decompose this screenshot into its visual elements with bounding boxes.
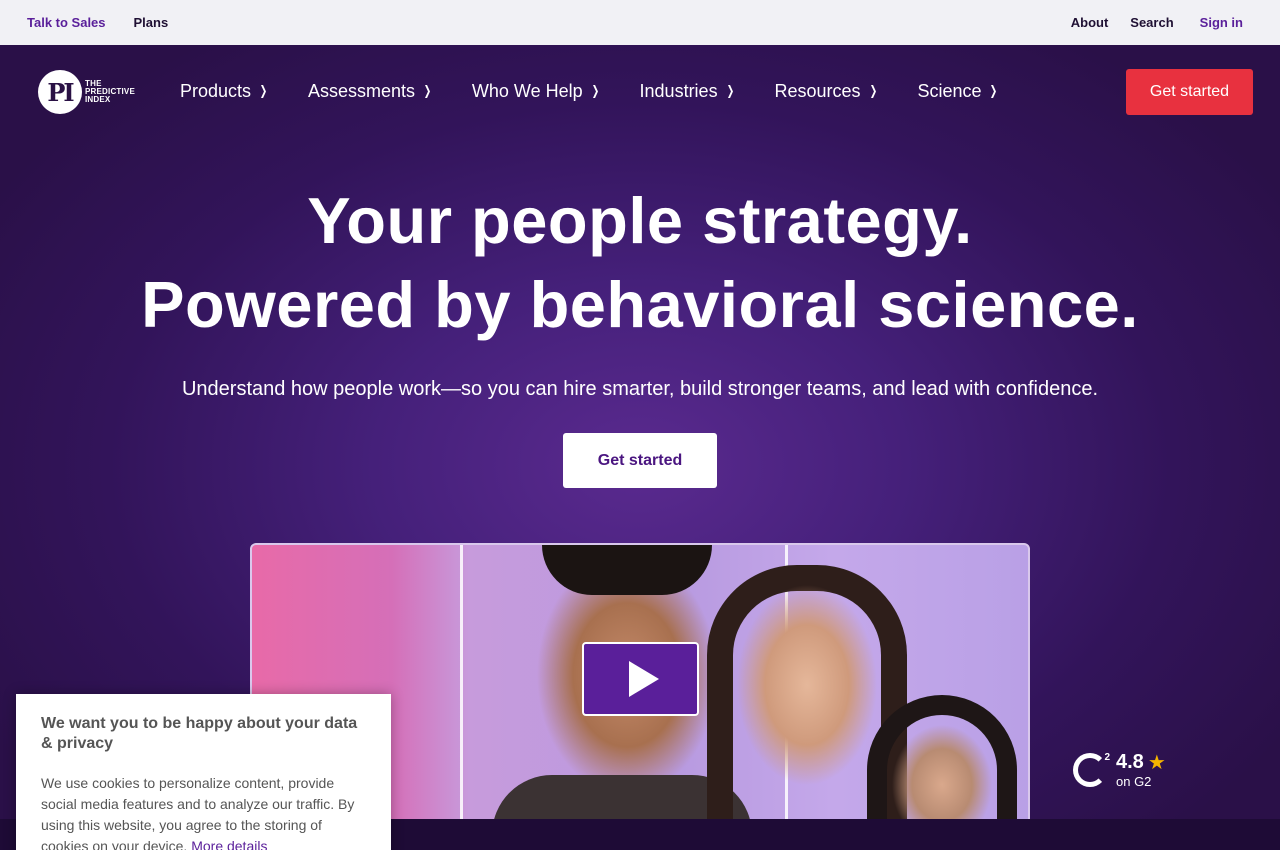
person-image — [882, 705, 1002, 819]
nav-item-industries[interactable]: Industries ❯ — [640, 81, 736, 102]
about-link[interactable]: About — [1071, 15, 1109, 30]
chevron-right-icon: ❯ — [990, 83, 998, 98]
sign-in-link[interactable]: Sign in — [1200, 15, 1243, 30]
nav-item-who-we-help[interactable]: Who We Help ❯ — [472, 81, 601, 102]
logo-wordmark: THE PREDICTIVE INDEX — [85, 79, 136, 104]
star-icon: ★ — [1147, 752, 1166, 774]
hero-get-started-button[interactable]: Get started — [563, 433, 717, 488]
cookie-more-details-link[interactable]: More details — [191, 838, 267, 850]
nav-get-started-button[interactable]: Get started — [1126, 69, 1253, 115]
hero-headline-line-2: Powered by behavioral science. — [141, 268, 1139, 341]
search-link[interactable]: Search — [1130, 15, 1173, 30]
play-video-button[interactable] — [582, 642, 699, 716]
g2-logo-icon: 2 — [1073, 752, 1110, 787]
main-nav: PI THE PREDICTIVE INDEX Products ❯ Assess… — [0, 45, 1280, 137]
nav-item-science[interactable]: Science ❯ — [917, 81, 999, 102]
nav-item-assessments[interactable]: Assessments ❯ — [308, 81, 433, 102]
g2-label: on G2 — [1116, 774, 1152, 789]
g2-rating-badge[interactable]: 2 4.8 ★ on G2 — [1073, 750, 1166, 789]
g2-score: 4.8 — [1116, 751, 1144, 773]
g2-rating-text: 4.8 ★ on G2 — [1116, 750, 1166, 789]
chevron-right-icon: ❯ — [259, 83, 268, 98]
hero-headline-line-1: Your people strategy. — [307, 184, 973, 257]
chevron-right-icon: ❯ — [591, 83, 599, 98]
utility-bar: Talk to Sales Plans About Search Sign in — [0, 0, 1280, 45]
predictive-index-logo[interactable]: PI THE PREDICTIVE INDEX — [38, 70, 135, 114]
plans-link[interactable]: Plans — [134, 15, 169, 30]
logo-mark: PI — [38, 70, 82, 114]
video-panel-divider — [460, 545, 463, 819]
talk-to-sales-link[interactable]: Talk to Sales — [27, 15, 106, 30]
chevron-right-icon: ❯ — [423, 83, 432, 98]
cookie-title: We want you to be happy about your data … — [41, 715, 358, 752]
chevron-right-icon: ❯ — [726, 83, 734, 98]
play-icon — [628, 661, 659, 697]
chevron-right-icon: ❯ — [869, 83, 877, 98]
cookie-consent-banner: We want you to be happy about your data … — [16, 694, 391, 850]
nav-menu: Products ❯ Assessments ❯ Who We Help ❯ Indu… — [180, 45, 999, 137]
utility-bar-right: About Search Sign in — [1049, 15, 1253, 30]
nav-item-resources[interactable]: Resources ❯ — [774, 81, 878, 102]
nav-item-products[interactable]: Products ❯ — [180, 81, 269, 102]
hero-subheading: Understand how people work—so you can hi… — [181, 378, 1099, 400]
utility-bar-left: Talk to Sales Plans — [27, 15, 196, 30]
person-image — [542, 545, 712, 595]
cookie-body: We use cookies to personalize content, p… — [41, 773, 366, 850]
